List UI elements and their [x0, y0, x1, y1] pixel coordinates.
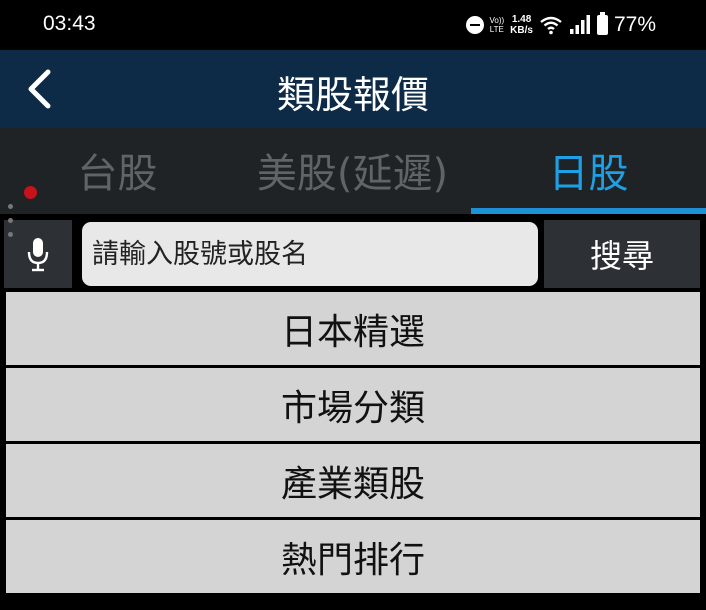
status-bar: 03:43 Vo)) LTE 1.48 KB/s 77%: [0, 0, 706, 50]
tab-us-stocks-delayed[interactable]: 美股(延遲): [235, 128, 470, 214]
menu-item-hot-ranking[interactable]: 熱門排行: [6, 520, 700, 593]
volte-top-label: Vo)): [489, 16, 505, 25]
battery-percent: 77%: [613, 13, 656, 36]
menu-item-japan-selected[interactable]: 日本精選: [6, 292, 700, 365]
search-button[interactable]: 搜尋: [544, 220, 700, 288]
network-speed: 1.48 KB/s: [510, 14, 533, 36]
volte-icon: Vo)) LTE: [490, 16, 505, 34]
network-speed-value: 1.48: [511, 14, 532, 25]
menu-item-industry-sectors[interactable]: 產業類股: [6, 444, 700, 517]
notification-dot: [24, 186, 37, 199]
search-bar: 搜尋: [0, 214, 706, 292]
floating-handle[interactable]: [0, 186, 18, 246]
network-speed-unit: KB/s: [510, 25, 533, 36]
status-icons: Vo)) LTE 1.48 KB/s 77%: [465, 10, 656, 40]
volte-bottom-label: LTE: [489, 25, 504, 34]
tab-taiwan-stocks[interactable]: 台股: [0, 128, 235, 214]
menu-item-market-category[interactable]: 市場分類: [6, 368, 700, 441]
tab-japan-stocks[interactable]: 日股: [471, 128, 706, 214]
handle-dot: [8, 204, 13, 209]
microphone-icon: [27, 238, 49, 272]
market-tabs: 台股 美股(延遲) 日股: [0, 128, 706, 214]
app-header: 類股報價: [0, 50, 706, 128]
status-time: 03:43: [43, 12, 96, 35]
handle-dot: [8, 232, 13, 237]
search-input[interactable]: [82, 222, 538, 286]
signal-icon: [569, 15, 590, 34]
wifi-icon: [540, 16, 562, 35]
battery-icon: [596, 12, 608, 35]
do-not-disturb-icon: [465, 16, 484, 34]
page-title: 類股報價: [276, 73, 429, 117]
handle-dot: [8, 218, 13, 223]
